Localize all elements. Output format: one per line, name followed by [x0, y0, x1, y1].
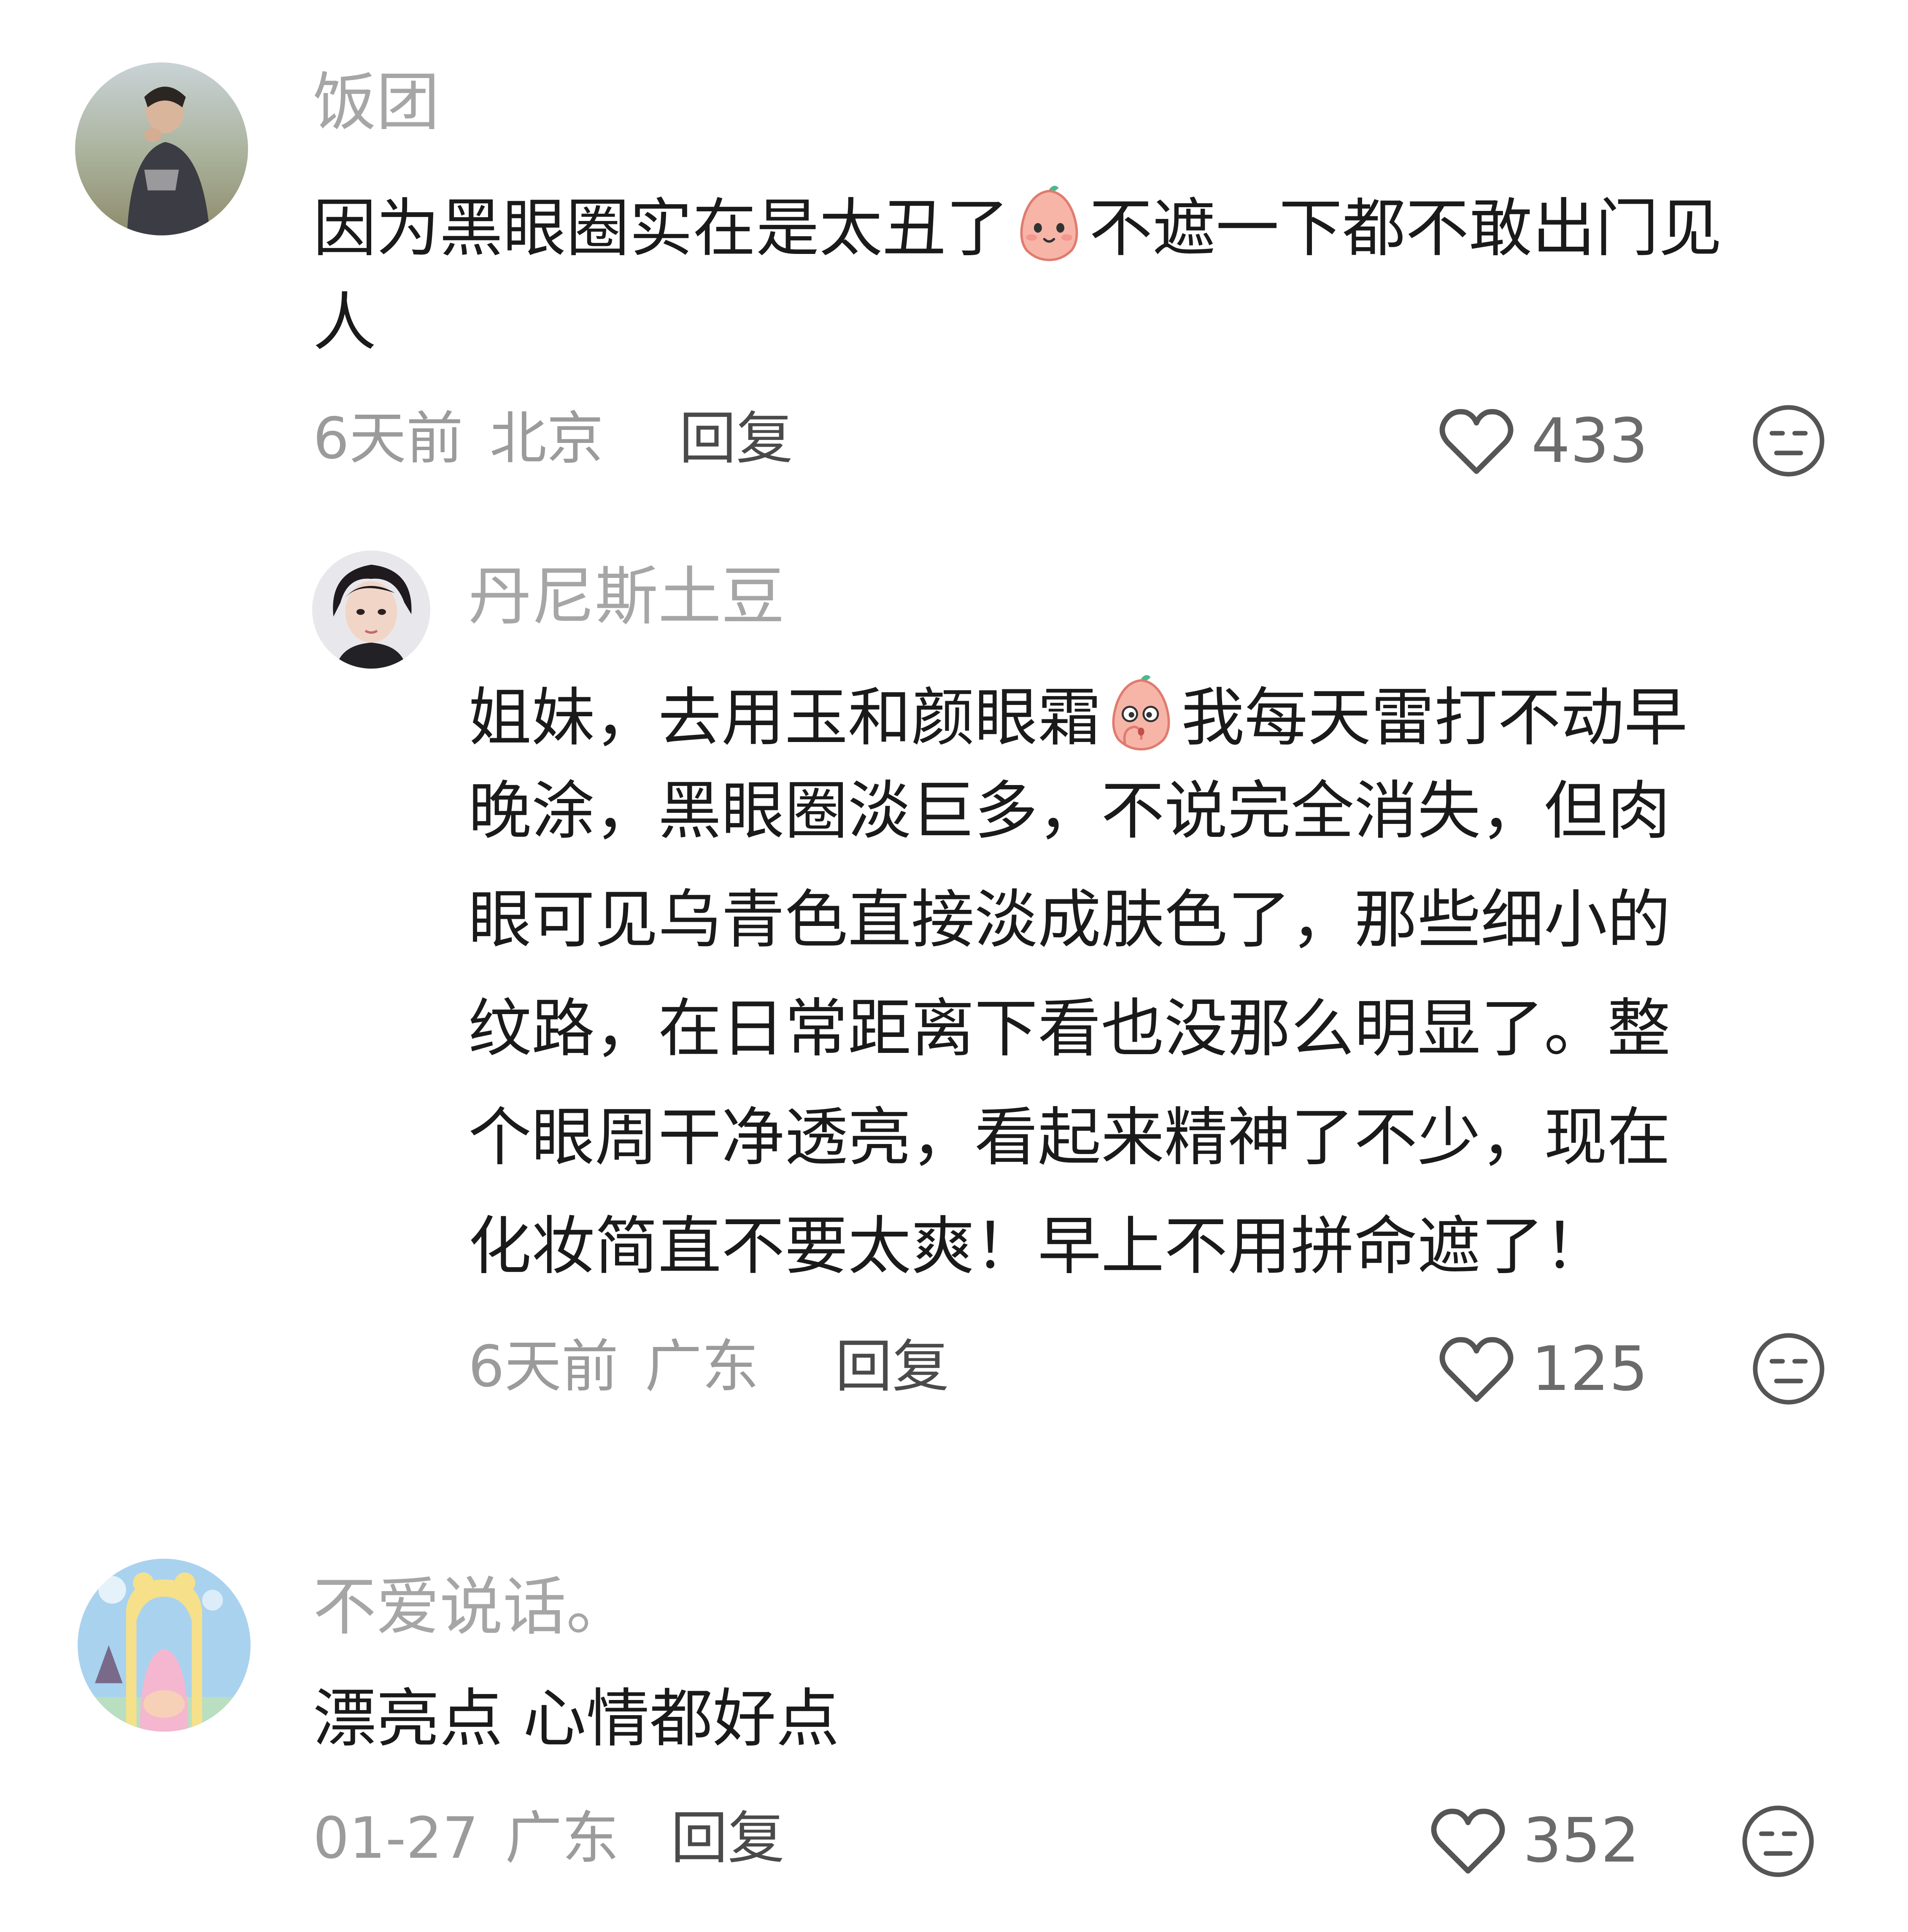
location: 广东 [645, 1333, 759, 1400]
comment-text-line: 人 [313, 286, 377, 359]
comment-item: 饭团 因为黑眼圈实在是太丑了 不遮一下都不敢出门见 人 6天前 北京 回复 43… [0, 0, 1908, 1405]
reply-text-line: 纹路，在日常距离下看也没那么明显了。整 [468, 992, 1671, 1066]
like-button[interactable]: 125 [1438, 1333, 1648, 1405]
reply-avatar[interactable] [312, 550, 430, 669]
timestamp: 6天前 [468, 1333, 618, 1400]
avatar[interactable] [75, 62, 248, 235]
unamused-face-icon [1753, 1333, 1824, 1405]
reply-text-line: 个眼周干净透亮，看起来精神了不少，现在 [468, 1101, 1671, 1174]
comment-text-line: 因为黑眼圈实在是太丑了 [313, 192, 1009, 265]
reply-text-line: 化妆简直不要太爽！早上不用拼命遮了！ [468, 1210, 1608, 1283]
reply-button[interactable]: 回复 [835, 1338, 949, 1395]
reply-button[interactable]: 回复 [679, 410, 793, 467]
like-button[interactable]: 352 [1430, 1805, 1640, 1876]
surprised-emoji-icon [1101, 671, 1181, 751]
reply-text-line: 我每天雷打不动早 [1181, 681, 1688, 755]
avatar-image [75, 62, 248, 235]
like-count: 352 [1523, 1805, 1640, 1876]
comment-text: 漂亮点 心情都好点 [313, 1687, 839, 1751]
avatar-image [312, 550, 430, 669]
like-count: 433 [1531, 405, 1648, 477]
heart-outline-icon [1439, 409, 1514, 474]
reply-text-line: 姐妹，去用玉和颜眼霜 [468, 681, 1101, 755]
location: 北京 [489, 405, 604, 472]
username[interactable]: 饭团 [313, 71, 440, 134]
reply-meta: 6天前 广东 [468, 1338, 759, 1395]
heart-outline-icon [1439, 1337, 1514, 1402]
like-count: 125 [1531, 1333, 1648, 1405]
comment-text-line: 漂亮点 心情都好点 [313, 1682, 839, 1756]
reply-text: 姐妹，去用玉和颜眼霜 我每天雷打不动早 晚涂，黑眼圈淡巨多，不说完全消失，但肉 … [468, 671, 1687, 1324]
timestamp: 6天前 [313, 405, 463, 472]
dislike-button[interactable] [1751, 1331, 1827, 1407]
unamused-face-icon [1753, 405, 1824, 477]
smile-emoji-icon [1009, 181, 1089, 262]
comment-meta: 01-27 广东 [313, 1810, 619, 1867]
username[interactable]: 不爱说话。 [313, 1576, 629, 1639]
unamused-face-icon [1742, 1805, 1814, 1877]
timestamp: 01-27 [313, 1805, 479, 1871]
reply-username[interactable]: 丹尼斯土豆 [468, 565, 785, 629]
comment-text: 因为黑眼圈实在是太丑了 不遮一下都不敢出门见 人 [313, 181, 1722, 354]
like-button[interactable]: 433 [1438, 405, 1648, 477]
comment-meta: 6天前 北京 [313, 410, 604, 467]
dislike-button[interactable] [1740, 1803, 1816, 1879]
comment-text-line: 不遮一下都不敢出门见 [1089, 192, 1722, 265]
avatar-image [78, 1559, 251, 1732]
avatar[interactable] [78, 1559, 251, 1732]
reply-text-line: 眼可见乌青色直接淡成肤色了，那些细小的 [468, 883, 1671, 957]
location: 广东 [505, 1805, 619, 1871]
dislike-button[interactable] [1751, 403, 1827, 479]
reply-button[interactable]: 回复 [671, 1810, 785, 1867]
heart-outline-icon [1431, 1808, 1505, 1874]
reply-text-line: 晚涂，黑眼圈淡巨多，不说完全消失，但肉 [468, 774, 1671, 848]
